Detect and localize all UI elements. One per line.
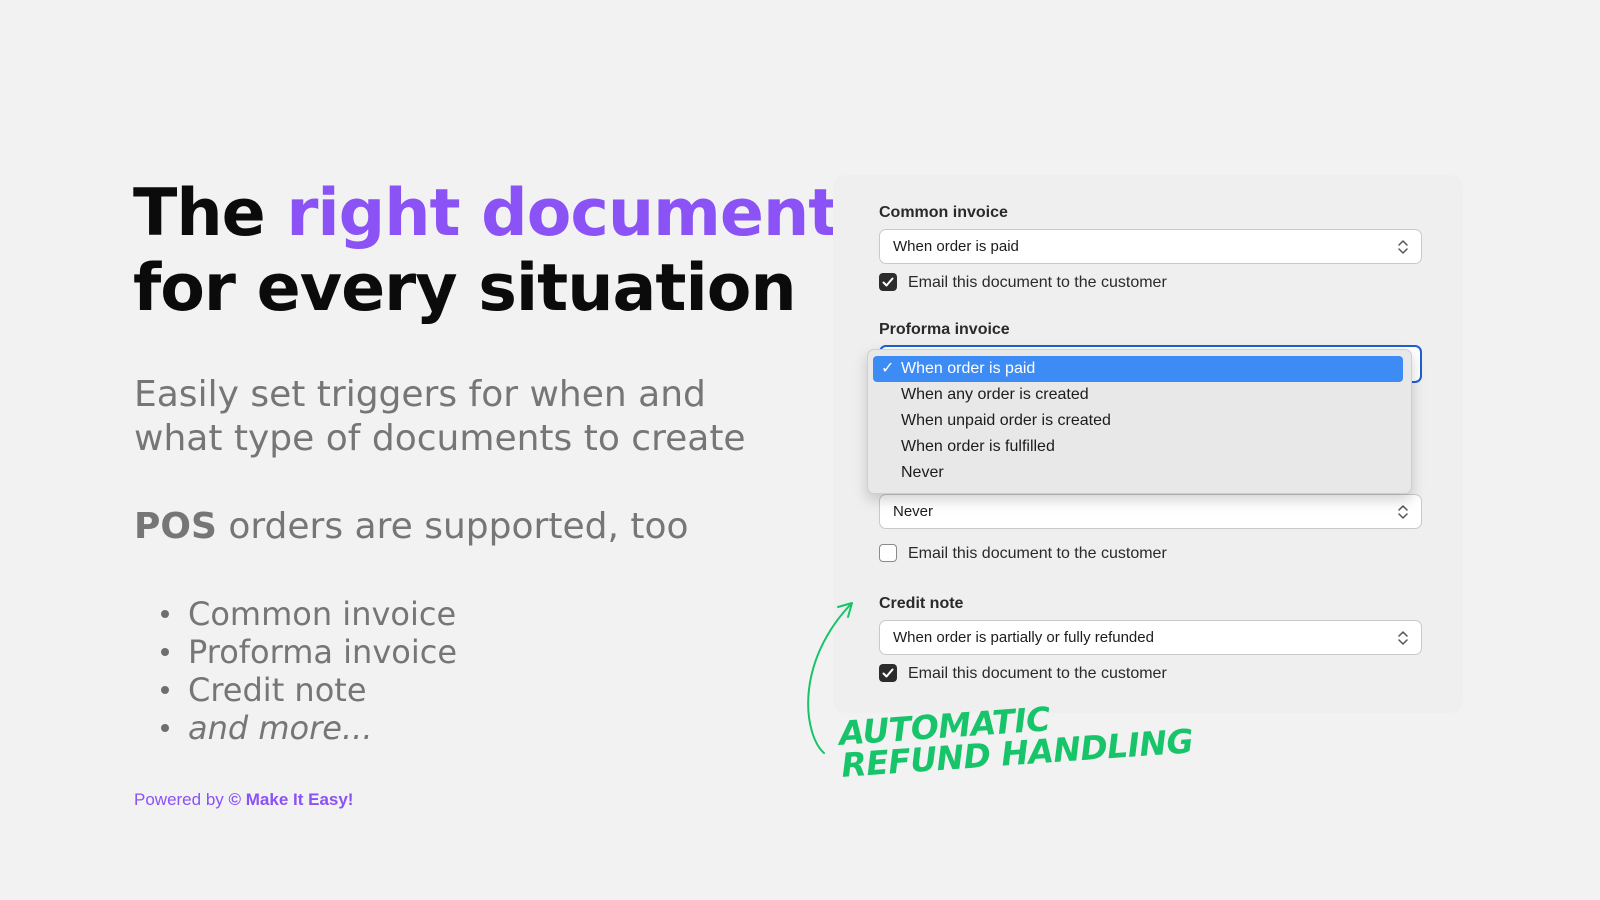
checkmark-icon bbox=[882, 668, 894, 678]
pos-support-line: POS orders are supported, too bbox=[134, 505, 689, 549]
proforma-dropdown-menu: ✓ When order is paid When any order is c… bbox=[867, 349, 1412, 494]
dropdown-option-label: When unpaid order is created bbox=[901, 412, 1111, 429]
third-document-select-value: Never bbox=[893, 503, 934, 520]
chevron-up-down-icon bbox=[1398, 240, 1408, 254]
document-types-list: Common invoice Proforma invoice Credit n… bbox=[161, 595, 457, 747]
email-checkbox-label: Email this document to the customer bbox=[908, 665, 1167, 682]
headline-part2: for every situation bbox=[133, 251, 797, 326]
headline-part1: The bbox=[133, 176, 287, 251]
powered-prefix: Powered by bbox=[134, 790, 229, 809]
pos-rest: orders are supported, too bbox=[216, 506, 689, 547]
chevron-up-down-icon bbox=[1398, 505, 1408, 519]
pos-bold: POS bbox=[134, 506, 217, 547]
headline-accent: right document bbox=[286, 176, 839, 251]
credit-note-select-value: When order is partially or fully refunde… bbox=[893, 629, 1154, 646]
common-invoice-select[interactable]: When order is paid bbox=[879, 229, 1422, 264]
credit-note-label: Credit note bbox=[879, 595, 964, 612]
dropdown-option-label: Never bbox=[901, 464, 944, 481]
email-checkbox-label: Email this document to the customer bbox=[908, 545, 1167, 562]
proforma-invoice-label: Proforma invoice bbox=[879, 321, 1010, 338]
chevron-up-down-icon bbox=[1398, 631, 1408, 645]
common-invoice-select-value: When order is paid bbox=[893, 238, 1019, 255]
dropdown-option-label: When order is paid bbox=[901, 360, 1036, 377]
dropdown-option[interactable]: When order is fulfilled bbox=[873, 434, 1403, 460]
list-item: Common invoice bbox=[161, 595, 457, 633]
third-document-select[interactable]: Never bbox=[879, 494, 1422, 529]
credit-note-select[interactable]: When order is partially or fully refunde… bbox=[879, 620, 1422, 655]
common-invoice-label: Common invoice bbox=[879, 204, 1008, 221]
email-checkbox-label: Email this document to the customer bbox=[908, 274, 1167, 291]
checkbox-checked[interactable] bbox=[879, 273, 897, 291]
checkmark-icon bbox=[882, 277, 894, 287]
dropdown-option[interactable]: Never bbox=[873, 460, 1403, 486]
subtitle: Easily set triggers for when and what ty… bbox=[134, 374, 746, 459]
list-item: Proforma invoice bbox=[161, 633, 457, 671]
dropdown-option[interactable]: When unpaid order is created bbox=[873, 408, 1403, 434]
dropdown-option-label: When order is fulfilled bbox=[901, 438, 1055, 455]
checkbox-checked[interactable] bbox=[879, 664, 897, 682]
headline: The right document for every situation bbox=[133, 176, 839, 326]
powered-by: Powered by © Make It Easy! bbox=[134, 790, 353, 810]
dropdown-option-selected[interactable]: ✓ When order is paid bbox=[873, 356, 1403, 382]
list-item: and more... bbox=[161, 709, 457, 747]
dropdown-option[interactable]: When any order is created bbox=[873, 382, 1403, 408]
dropdown-option-label: When any order is created bbox=[901, 386, 1089, 403]
powered-brand-link[interactable]: © Make It Easy! bbox=[229, 790, 354, 809]
check-icon: ✓ bbox=[881, 360, 895, 377]
list-item: Credit note bbox=[161, 671, 457, 709]
checkbox-unchecked[interactable] bbox=[879, 544, 897, 562]
